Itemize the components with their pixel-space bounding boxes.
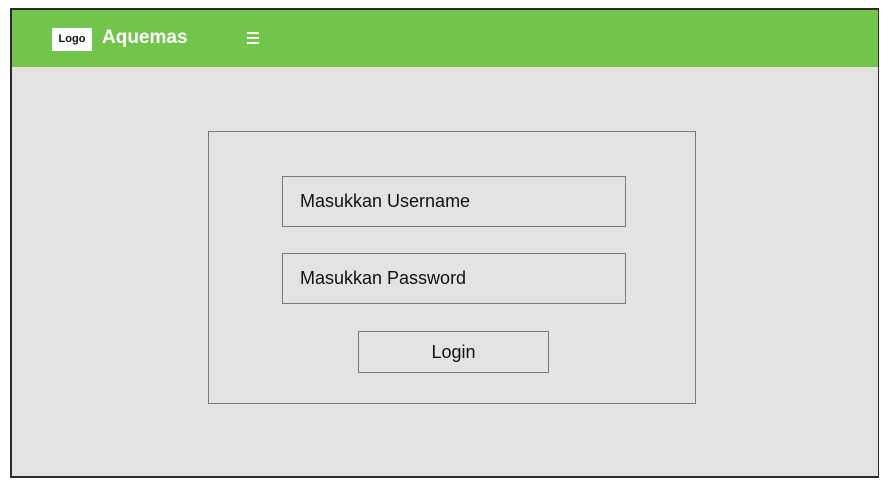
login-button[interactable]: Login: [358, 331, 549, 373]
app-window: Logo Aquemas Login: [10, 8, 879, 478]
login-form: Login: [208, 131, 696, 404]
top-navbar: Logo Aquemas: [12, 10, 878, 67]
username-input[interactable]: [282, 176, 626, 227]
menu-line: [247, 37, 259, 39]
hamburger-menu-icon[interactable]: [245, 27, 261, 49]
menu-line: [247, 32, 259, 34]
menu-line: [247, 42, 259, 44]
brand-name[interactable]: Aquemas: [102, 25, 188, 51]
password-input[interactable]: [282, 253, 626, 304]
logo[interactable]: Logo: [52, 28, 92, 51]
